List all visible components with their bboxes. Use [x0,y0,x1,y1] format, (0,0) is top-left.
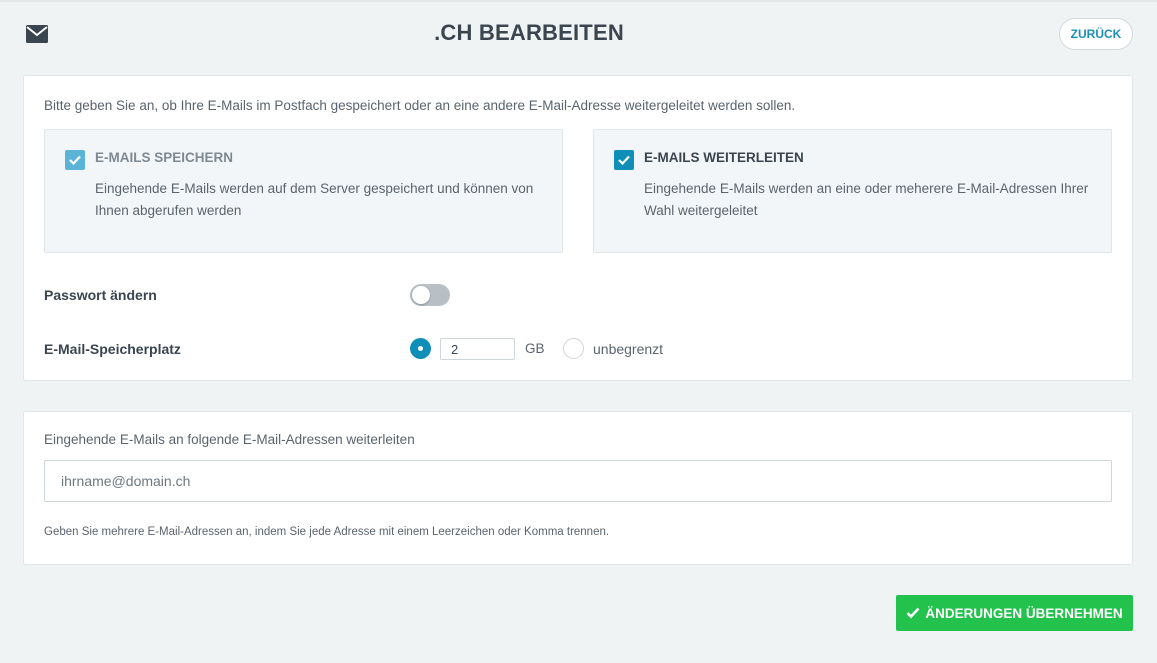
checkmark-icon [69,155,81,165]
quota-unlimited-radio[interactable] [563,338,584,359]
store-emails-description: Eingehende E-Mails werden auf dem Server… [95,181,534,218]
change-password-label: Passwort ändern [44,287,157,303]
forwarding-card: Eingehende E-Mails an folgende E-Mail-Ad… [23,411,1133,565]
quota-unlimited-label: unbegrenzt [593,341,664,357]
quota-unit-label: GB [525,341,545,356]
page-header: .CH BEARBEITEN ZURÜCK [0,2,1157,68]
back-button[interactable]: ZURÜCK [1059,18,1133,50]
checkmark-icon [906,607,920,619]
storage-intro-text: Bitte geben Sie an, ob Ihre E-Mails im P… [44,98,796,113]
forward-emails-description: Eingehende E-Mails werden an eine oder m… [644,181,1089,218]
apply-changes-label: ÄNDERUNGEN ÜBERNEHMEN [925,605,1123,621]
storage-quota-label: E-Mail-Speicherplatz [44,341,181,357]
change-password-toggle[interactable] [410,284,450,306]
store-emails-title: E-MAILS SPEICHERN [95,150,234,165]
toggle-knob [412,286,430,304]
forward-emails-checkbox[interactable] [614,150,634,170]
store-emails-option[interactable]: E-MAILS SPEICHERN Eingehende E-Mails wer… [44,129,563,253]
forward-addresses-hint: Geben Sie mehrere E-Mail-Adressen an, in… [44,526,610,538]
quota-limited-radio[interactable] [410,338,431,359]
apply-changes-button[interactable]: ÄNDERUNGEN ÜBERNEHMEN [896,595,1133,631]
forward-addresses-input[interactable] [44,460,1112,502]
storage-settings-card: Bitte geben Sie an, ob Ihre E-Mails im P… [23,75,1133,381]
quota-gb-input[interactable] [440,338,515,360]
store-emails-checkbox[interactable] [65,150,85,170]
forward-emails-title: E-MAILS WEITERLEITEN [644,150,804,165]
page-title: .CH BEARBEITEN [434,20,624,45]
forward-emails-option[interactable]: E-MAILS WEITERLEITEN Eingehende E-Mails … [593,129,1112,253]
checkmark-icon [618,155,630,165]
forward-addresses-label: Eingehende E-Mails an folgende E-Mail-Ad… [44,432,415,447]
